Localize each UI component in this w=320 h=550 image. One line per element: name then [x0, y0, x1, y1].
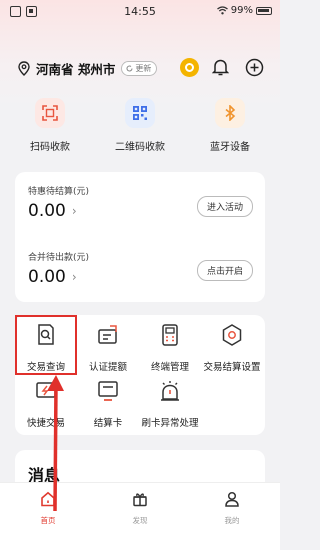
pending-settlement-amount[interactable]: 0.00 ›: [28, 201, 77, 221]
quick-action-label: 二维码收款: [115, 142, 165, 153]
add-icon[interactable]: [245, 58, 264, 77]
nav-profile[interactable]: 我的: [202, 491, 262, 526]
auth-limit-icon: [98, 325, 117, 344]
location-row[interactable]: 河南省 郑州市 更新: [18, 58, 158, 78]
settlement-settings-icon: [222, 324, 242, 346]
update-label: 更新: [135, 63, 152, 73]
function-auth-limit[interactable]: 认证提额: [77, 323, 139, 373]
battery-percent: 99%: [230, 5, 253, 16]
function-settlement-card[interactable]: 结算卡: [77, 379, 139, 429]
nav-label: 发现: [132, 516, 148, 525]
status-bar: 14:55 99%: [0, 0, 280, 24]
nav-label: 首页: [40, 516, 56, 525]
location-pin-icon: [18, 60, 30, 76]
function-label: 刷卡异常处理: [141, 418, 199, 429]
combined-amount-value: 0.00: [28, 267, 66, 287]
function-label: 交易结算设置: [203, 362, 261, 373]
card-exception-icon: [161, 381, 179, 401]
function-label: 结算卡: [93, 418, 123, 429]
status-right: 99%: [216, 5, 272, 16]
function-card-exception[interactable]: 刷卡异常处理: [139, 379, 201, 429]
coin-icon[interactable]: [180, 58, 199, 77]
combined-payout-amount[interactable]: 0.00 ›: [28, 267, 77, 287]
quick-actions: 扫码收款 二维码收款 蓝牙设备: [0, 98, 280, 160]
quick-action-bluetooth[interactable]: 蓝牙设备: [185, 98, 275, 153]
bell-icon[interactable]: [212, 58, 229, 77]
terminal-manage-icon: [162, 324, 178, 346]
location-text: 河南省 郑州市: [36, 61, 116, 77]
quick-action-label: 蓝牙设备: [210, 142, 250, 153]
quick-action-label: 扫码收款: [30, 142, 70, 153]
pending-amount-value: 0.00: [28, 201, 66, 221]
battery-icon: [256, 6, 272, 15]
refresh-icon: [126, 65, 133, 71]
enter-activity-button[interactable]: 进入活动: [196, 196, 253, 217]
function-terminal-manage[interactable]: 终端管理: [139, 323, 201, 373]
combined-payout-label: 合并待出款(元): [28, 253, 90, 263]
settlement-card-icon: [98, 381, 118, 401]
nav-discover[interactable]: 发现: [110, 491, 170, 526]
annotation-arrow: [47, 375, 64, 512]
pending-settlement-label: 特惠待结算(元): [28, 187, 90, 197]
function-settlement-settings[interactable]: 交易结算设置: [201, 323, 263, 373]
scan-pay-icon: [35, 98, 65, 128]
enable-combined-button[interactable]: 点击开启: [196, 260, 253, 281]
discover-icon: [133, 493, 147, 507]
nav-label: 我的: [224, 516, 240, 525]
quick-action-scan-pay[interactable]: 扫码收款: [5, 98, 95, 153]
update-location-button[interactable]: 更新: [121, 60, 158, 76]
function-label: 认证提额: [88, 362, 127, 373]
qrcode-icon: [125, 98, 155, 128]
wifi-icon: [216, 6, 228, 15]
chevron-right-icon: ›: [71, 204, 77, 218]
function-label: 终端管理: [150, 362, 189, 373]
quick-action-qrcode-pay[interactable]: 二维码收款: [95, 98, 185, 153]
chevron-right-icon: ›: [71, 270, 77, 284]
profile-icon: [225, 491, 239, 507]
highlight-box: [15, 315, 77, 375]
balance-card: 特惠待结算(元) 0.00 › 进入活动 合并待出款(元) 0.00 › 点击开…: [15, 172, 265, 302]
bluetooth-icon: [215, 98, 245, 128]
